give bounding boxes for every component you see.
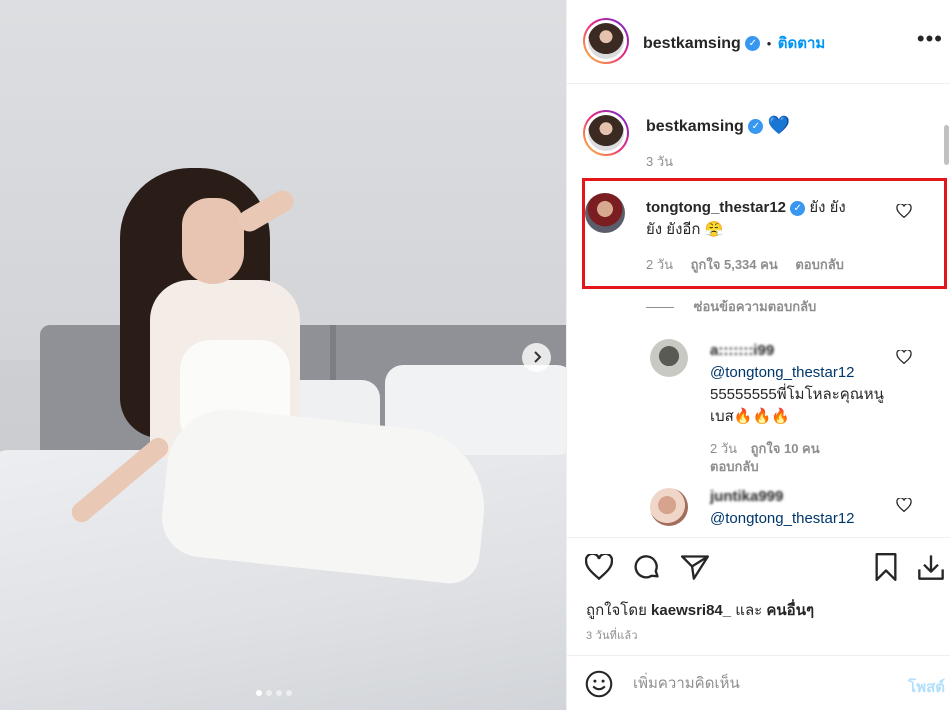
- reply-like-button[interactable]: [896, 497, 912, 515]
- reply-mention[interactable]: @tongtong_thestar12: [710, 364, 855, 381]
- comment-body: tongtong_thestar12 ✓ ยัง ยัง ยัง ยังอีก …: [646, 197, 861, 241]
- heart-icon: [584, 552, 614, 581]
- author-avatar[interactable]: [583, 18, 629, 64]
- replies-divider: [646, 307, 674, 309]
- comment-input[interactable]: [633, 670, 883, 696]
- liked-by-line: ถูกใจโดย kaewsri84_ และ คนอื่นๆ: [586, 598, 814, 622]
- add-comment-bar: โพสต์: [567, 655, 950, 710]
- emoji-button[interactable]: [585, 670, 613, 703]
- comments-scrollbar[interactable]: [944, 125, 949, 165]
- verified-badge-icon: ✓: [745, 36, 761, 52]
- header-separator: •: [766, 36, 772, 51]
- reply-reply-button[interactable]: ตอบกลับ: [710, 459, 759, 474]
- blue-heart-emoji: 💙: [767, 115, 791, 135]
- hide-replies-toggle[interactable]: ซ่อนข้อความตอบกลับ: [646, 296, 816, 317]
- reply-mention[interactable]: @tongtong_thestar12: [710, 510, 855, 527]
- save-button[interactable]: [873, 553, 899, 586]
- comment-meta: 2 วัน ถูกใจ 5,334 คน ตอบกลับ: [646, 254, 844, 275]
- comment-like-button[interactable]: [896, 203, 912, 221]
- header-user-row: bestkamsing ✓ • ติดตาม: [643, 31, 825, 55]
- liked-by-user[interactable]: kaewsri84_: [651, 602, 731, 619]
- heart-icon: [896, 203, 912, 219]
- follow-button[interactable]: ติดตาม: [778, 35, 826, 52]
- share-button[interactable]: [681, 554, 709, 585]
- reply-button[interactable]: ตอบกลับ: [795, 257, 844, 272]
- reply-body: a:::::::i99 @tongtong_thestar12 55555555…: [710, 340, 890, 428]
- verified-badge-icon: ✓: [790, 200, 806, 216]
- comment-avatar[interactable]: [585, 193, 625, 233]
- bookmark-icon: [875, 553, 897, 581]
- carousel-dots: [256, 690, 292, 696]
- reply-username[interactable]: juntika999: [710, 488, 783, 505]
- heart-icon: [896, 349, 912, 365]
- post-header: bestkamsing ✓ • ติดตาม •••: [567, 0, 950, 84]
- comment-time: 2 วัน: [646, 257, 674, 272]
- paper-plane-icon: [681, 555, 709, 580]
- comment-button[interactable]: [633, 553, 661, 586]
- comment-icon: [634, 555, 659, 579]
- carousel-next-button[interactable]: [522, 343, 551, 372]
- liked-by-prefix: ถูกใจโดย: [586, 602, 647, 619]
- carousel-dot: [276, 690, 282, 696]
- ellipsis-icon: •••: [916, 26, 943, 51]
- caption-row: bestkamsing ✓ 💙: [646, 115, 790, 136]
- more-options-button[interactable]: •••: [917, 28, 943, 50]
- post-photo[interactable]: [0, 0, 566, 710]
- comment-likes[interactable]: ถูกใจ 5,334 คน: [691, 257, 778, 272]
- hide-replies-label: ซ่อนข้อความตอบกลับ: [693, 299, 817, 314]
- caption-time: 3 วัน: [646, 154, 674, 169]
- comments-panel[interactable]: bestkamsing ✓ 💙 3 วัน tongtong_thestar12…: [567, 85, 950, 535]
- caption-username[interactable]: bestkamsing: [646, 118, 744, 135]
- download-button[interactable]: [917, 553, 945, 586]
- carousel-dot: [256, 690, 262, 696]
- reply-meta: 2 วัน ถูกใจ 10 คน ตอบกลับ: [710, 440, 870, 476]
- reply-username[interactable]: a:::::::i99: [710, 342, 774, 359]
- heart-icon: [896, 497, 912, 513]
- reply-body: juntika999 @tongtong_thestar12: [710, 486, 890, 530]
- liked-by-and: และ: [735, 602, 763, 619]
- verified-badge-icon: ✓: [748, 119, 764, 135]
- reply-avatar[interactable]: [650, 339, 688, 377]
- like-button[interactable]: [584, 552, 614, 585]
- comment-username[interactable]: tongtong_thestar12: [646, 199, 786, 216]
- caption-avatar[interactable]: [583, 110, 629, 156]
- post-sidebar: bestkamsing ✓ • ติดตาม ••• bestkamsing ✓…: [566, 0, 950, 710]
- post-time-ago: 3 วันที่แล้ว: [586, 630, 638, 642]
- chevron-right-icon: [533, 351, 541, 363]
- smiley-icon: [585, 670, 613, 698]
- reply-likes[interactable]: ถูกใจ 10 คน: [751, 441, 820, 456]
- carousel-dot: [286, 690, 292, 696]
- liked-by-others[interactable]: คนอื่นๆ: [766, 602, 814, 619]
- reply-like-button[interactable]: [896, 349, 912, 367]
- header-username[interactable]: bestkamsing: [643, 35, 741, 52]
- reply-text: 55555555พี่โมโหละคุณหนูเบส🔥🔥🔥: [710, 386, 884, 425]
- reply-time: 2 วัน: [710, 441, 738, 456]
- download-icon: [918, 555, 944, 580]
- post-actions: ถูกใจโดย kaewsri84_ และ คนอื่นๆ 3 วันที่…: [567, 537, 950, 647]
- post-comment-button[interactable]: โพสต์: [908, 675, 945, 699]
- photo-person-face: [182, 198, 244, 284]
- carousel-dot: [266, 690, 272, 696]
- reply-avatar[interactable]: [650, 488, 688, 526]
